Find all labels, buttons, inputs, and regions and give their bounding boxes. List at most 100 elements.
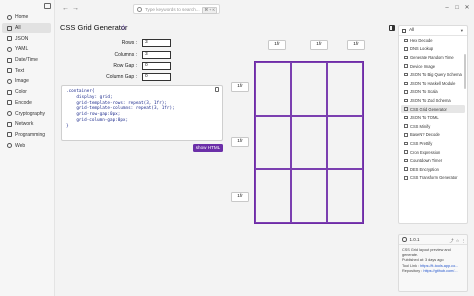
network-icon — [7, 121, 12, 127]
favorite-star-icon[interactable]: ☆ — [120, 23, 127, 32]
columns-input[interactable]: 3 — [142, 51, 171, 59]
sidebar-item-date-time[interactable]: Date/Time — [2, 55, 51, 66]
tool-list-item-label: CSS Transform Generator — [410, 175, 458, 181]
tool-list-item[interactable]: CSS Transform Generator — [401, 174, 465, 183]
repository-row: Repository : https://github.com/... — [399, 269, 467, 274]
tool-list-item[interactable]: JSON To Scala — [401, 88, 465, 97]
sidebar-item-yaml[interactable]: YAML — [2, 44, 51, 55]
sidebar-item-label: Home — [15, 14, 29, 21]
sidebar-item-home[interactable]: Home — [2, 12, 51, 23]
tool-list-item[interactable]: JSON To TOML — [401, 113, 465, 122]
image-icon — [7, 78, 12, 84]
tool-list-item-label: CSS Prettify — [410, 140, 433, 146]
tool-icon — [404, 38, 408, 43]
show-html-button[interactable]: show HTML — [193, 144, 223, 152]
grid-cell — [327, 115, 363, 170]
sidebar-item-label: Cryptography — [15, 110, 46, 117]
tool-list-item[interactable]: Countdown Timer — [401, 156, 465, 165]
minimize-icon[interactable]: – — [443, 4, 451, 12]
row-1-unit-input[interactable]: 1fr — [231, 82, 249, 92]
row-3-unit-input[interactable]: 1fr — [231, 192, 249, 202]
row-gap-label: Row Gap : — [113, 63, 137, 69]
tool-list-item[interactable]: Hex Decode — [401, 36, 465, 45]
sidebar-item-image[interactable]: Image — [2, 76, 51, 87]
tool-list-panel: All ▾ Hex Decode DNS Lookup Generate Rando… — [398, 25, 468, 224]
sidebar-item-label: Image — [15, 78, 29, 85]
tool-list-item[interactable]: CSS Prettify — [401, 139, 465, 148]
tool-list-item[interactable]: DES Encryption — [401, 165, 465, 174]
sidebar-item-programming[interactable]: Programming — [2, 130, 51, 141]
tool-list-item-label: JSON To Haskell Module — [410, 80, 456, 86]
sidebar-item-web[interactable]: Web — [2, 140, 51, 151]
sidebar-item-color[interactable]: Color — [2, 87, 51, 98]
tool-list-scrollbar[interactable] — [464, 54, 466, 89]
lock-icon — [7, 111, 12, 117]
grid-cell — [291, 115, 327, 170]
tool-list-item[interactable]: BaseN? Decode — [401, 131, 465, 140]
maximize-icon[interactable]: □ — [453, 4, 461, 12]
sidebar-item-encode[interactable]: Encode — [2, 98, 51, 109]
tool-list-item-label: Generate Random Time — [410, 54, 454, 60]
copy-icon[interactable] — [215, 87, 219, 92]
sidebar-item-label: JSON — [15, 35, 29, 42]
tool-list: Hex Decode DNS Lookup Generate Random Time… — [399, 36, 467, 182]
tool-list-item[interactable]: JSON To Big Query Schema — [401, 70, 465, 79]
repository-link[interactable]: https://github.com/... — [423, 269, 457, 273]
tool-icon — [404, 81, 408, 86]
close-icon[interactable]: ✕ — [463, 4, 471, 12]
tool-list-item[interactable]: Device Image — [401, 62, 465, 71]
tool-category-label: All — [409, 28, 415, 33]
row-2-unit-input[interactable]: 1fr — [231, 137, 249, 147]
share-icon[interactable]: ⤴ — [449, 238, 454, 243]
file-icon — [7, 46, 12, 52]
side-panel-toggle-icon[interactable] — [389, 25, 395, 31]
tool-list-item[interactable]: JSON To Haskell Module — [401, 79, 465, 88]
sidebar-item-json[interactable]: JSON — [2, 33, 51, 44]
rows-label: Rows : — [121, 40, 137, 46]
sidebar-item-text[interactable]: Text — [2, 65, 51, 76]
tool-list-item[interactable]: CSS Minify — [401, 122, 465, 131]
tool-list-item-label: JSON To Big Query Schema — [410, 72, 462, 78]
text-icon — [7, 68, 12, 74]
rows-input[interactable]: 3 — [142, 39, 171, 47]
sidebar-item-network[interactable]: Network — [2, 119, 51, 130]
search-input[interactable]: Type keywords to search... ⌘ + K — [133, 4, 220, 14]
row-gap-input[interactable]: 0 — [142, 62, 171, 70]
column-3-unit-input[interactable]: 1fr — [347, 40, 365, 50]
sidebar-item-label: Text — [15, 67, 25, 74]
column-1-unit-input[interactable]: 1fr — [268, 40, 286, 50]
column-2-unit-input[interactable]: 1fr — [310, 40, 328, 50]
tool-link[interactable]: https://it-tools.app.co... — [420, 264, 458, 268]
more-icon[interactable]: ⋮ — [461, 238, 466, 243]
tool-info-header: 1.0.1 ⤴ ☆ ⋮ — [399, 235, 467, 245]
back-arrow-icon[interactable]: ← — [62, 5, 69, 13]
tool-icon — [404, 115, 408, 120]
tool-list-item[interactable]: JSON To Zod Schema — [401, 96, 465, 105]
tool-list-item[interactable]: Generate Random Time — [401, 53, 465, 62]
grid-cell — [291, 62, 327, 116]
grid-icon — [7, 25, 12, 31]
sidebar-item-all[interactable]: All — [2, 22, 51, 34]
tool-list-item[interactable]: CSS Grid Generator — [401, 104, 465, 114]
tool-list-item[interactable]: Cron Expression — [401, 148, 465, 157]
tool-list-item[interactable]: DNS Lookup — [401, 45, 465, 54]
grid-icon — [402, 28, 406, 33]
search-icon — [137, 6, 142, 12]
clock-icon — [7, 57, 12, 63]
sidebar-item-cryptography[interactable]: Cryptography — [2, 108, 51, 119]
tool-icon — [404, 176, 408, 180]
column-gap-input[interactable]: 0 — [142, 73, 171, 81]
tool-list-item-label: JSON To Zod Schema — [410, 97, 451, 103]
page-title: CSS Grid Generator — [60, 23, 128, 32]
star-icon[interactable]: ☆ — [455, 238, 460, 243]
tool-icon — [404, 72, 408, 77]
tool-list-item-label: CSS Grid Generator — [410, 106, 447, 112]
tool-list-item-label: CSS Minify — [410, 123, 431, 129]
tool-list-item-label: Hex Decode — [410, 37, 433, 43]
sidebar-toggle-icon[interactable] — [44, 3, 51, 9]
tool-list-item-label: Cron Expression — [410, 149, 441, 155]
tool-category-select[interactable]: All ▾ — [399, 26, 467, 36]
sidebar-item-label: Network — [15, 121, 34, 128]
forward-arrow-icon[interactable]: → — [72, 5, 79, 13]
tool-icon — [404, 124, 408, 128]
